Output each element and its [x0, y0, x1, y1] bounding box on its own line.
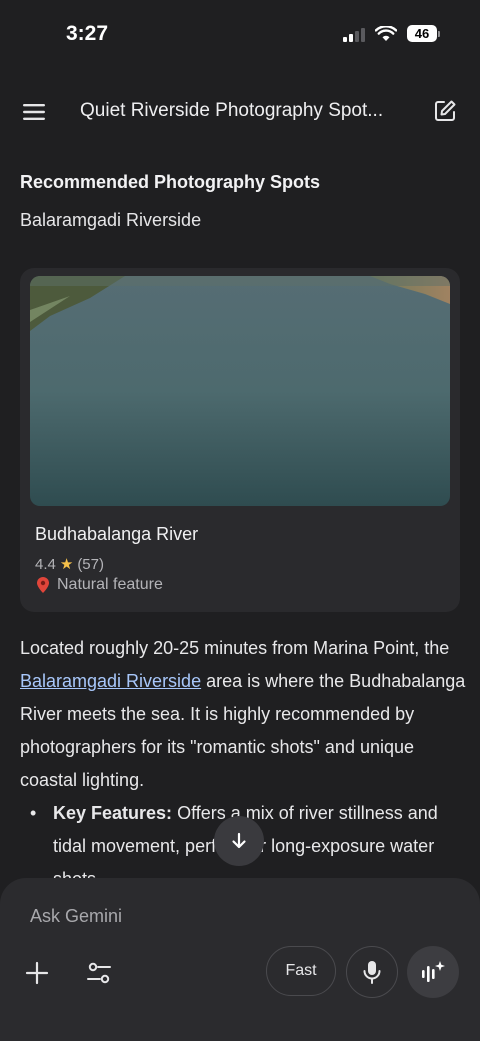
response-subheading: Balaramgadi Riverside	[20, 210, 202, 230]
microphone-icon	[363, 961, 381, 984]
scroll-to-bottom-button[interactable]	[214, 816, 264, 866]
location-pin-icon	[37, 577, 49, 593]
mode-picker-button[interactable]: Fast	[266, 946, 336, 996]
place-type: Natural feature	[35, 576, 163, 594]
arrow-down-icon	[232, 832, 246, 849]
new-chat-edit-icon[interactable]	[432, 98, 458, 124]
response-heading: Recommended Photography Spots	[20, 172, 321, 192]
river-photo-graphic	[30, 276, 450, 506]
response-paragraph: Located roughly 20-25 minutes from Marin…	[20, 632, 466, 797]
place-card[interactable]: Budhabalanga River 4.4 ★ (57) Natural fe…	[20, 268, 460, 612]
live-mode-button[interactable]	[407, 946, 459, 998]
place-name[interactable]: Budhabalanga River	[35, 524, 198, 545]
app-header: Quiet Riverside Photography Spot...	[0, 88, 480, 136]
rating-value: 4.4	[35, 555, 56, 573]
status-bar: 3:27 46	[0, 0, 480, 72]
place-rating: 4.4 ★ (57)	[35, 555, 104, 574]
tools-sliders-icon[interactable]	[84, 958, 114, 988]
composer-panel: Fast	[0, 878, 480, 1041]
status-time: 3:27	[66, 22, 109, 45]
plus-icon[interactable]	[22, 958, 52, 988]
status-icons: 46	[343, 25, 440, 42]
battery-level: 46	[407, 25, 437, 42]
paragraph-text: Located roughly 20-25 minutes from Marin…	[20, 638, 450, 658]
star-icon: ★	[59, 556, 74, 573]
cellular-signal-icon	[343, 26, 365, 42]
river-photo[interactable]	[30, 276, 450, 506]
review-count: (57)	[77, 555, 104, 573]
ask-gemini-input[interactable]	[30, 906, 430, 927]
bullet-dot: •	[30, 803, 37, 823]
sparkle-waveform-icon	[422, 961, 445, 982]
battery-icon: 46	[407, 25, 440, 42]
bullet-label: Key Features:	[53, 803, 173, 823]
chat-response: Recommended Photography Spots Balaramgad…	[0, 160, 480, 878]
place-type-label: Natural feature	[57, 576, 163, 593]
microphone-button[interactable]	[346, 946, 398, 998]
place-link[interactable]: Balaramgadi Riverside	[20, 671, 201, 691]
chat-title[interactable]: Quiet Riverside Photography Spot...	[80, 100, 383, 122]
hamburger-icon[interactable]	[22, 100, 48, 124]
wifi-icon	[375, 25, 397, 41]
